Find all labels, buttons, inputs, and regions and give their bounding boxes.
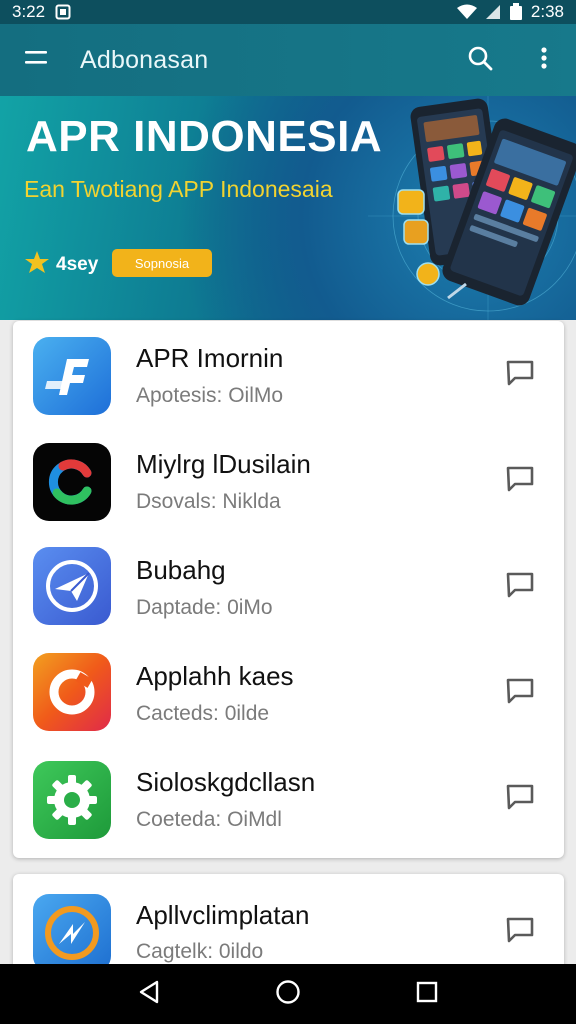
phones-illustration [368, 96, 576, 320]
home-button[interactable] [258, 964, 318, 1024]
app-meta: Dsovals: Niklda [136, 490, 281, 513]
comment-button[interactable] [501, 569, 539, 605]
app-meta: Cacteds: 0ilde [136, 702, 270, 725]
app-name: Bubahg [136, 555, 226, 585]
app-meta: Daptade: 0iMo [136, 596, 273, 619]
banner-rating: 4sey [24, 250, 98, 280]
home-icon [275, 979, 301, 1010]
list-item[interactable]: Miylrg lDusilain Dsovals: Niklda [13, 427, 564, 533]
app-name: APR Imornin [136, 343, 284, 373]
banner-rating-label: 4sey [56, 254, 99, 275]
recents-icon [416, 981, 438, 1008]
list-item[interactable]: Bubahg Daptade: 0iMo [13, 533, 564, 639]
blue-f-app-icon [33, 337, 111, 415]
banner-subtitle: Ean Twotiang APP Indonesaia [24, 176, 333, 202]
star-icon [24, 250, 50, 280]
comment-icon [505, 465, 535, 498]
overflow-menu-button[interactable] [512, 24, 576, 96]
c-logo-app-icon [33, 443, 111, 521]
comment-button[interactable] [501, 357, 539, 393]
gear-app-icon [33, 761, 111, 839]
notification-icon [55, 4, 71, 20]
menu-button[interactable] [0, 24, 72, 96]
comment-icon [505, 359, 535, 392]
wifi-icon [456, 4, 477, 20]
comment-button[interactable] [501, 675, 539, 711]
list-item[interactable]: Applahh kaes Cacteds: 0ilde [13, 639, 564, 745]
search-icon [467, 45, 493, 76]
system-nav-bar [0, 964, 576, 1024]
hamburger-icon [23, 48, 49, 73]
app-meta: Coeteda: OiMdl [136, 808, 282, 831]
more-vert-icon [540, 46, 548, 75]
back-button[interactable] [119, 964, 179, 1024]
app-meta: Apotesis: OilMo [136, 384, 284, 407]
banner-badge[interactable]: Sopnosia [112, 249, 212, 277]
list-item[interactable]: Sioloskgdcllasn Coeteda: OiMdl [13, 745, 564, 851]
paper-plane-app-icon [33, 547, 111, 625]
battery-icon [509, 3, 523, 21]
status-time-left: 3:22 [12, 2, 46, 21]
status-time-right: 2:38 [530, 2, 564, 21]
comment-button[interactable] [501, 914, 539, 950]
signal-icon [485, 4, 501, 20]
compass-app-icon [33, 894, 111, 972]
comment-button[interactable] [501, 463, 539, 499]
recents-button[interactable] [397, 964, 457, 1024]
app-meta: Cagtelk: 0ildo [136, 940, 264, 963]
promo-banner[interactable]: APR INDONESIA Ean Twotiang APP Indonesai… [0, 96, 576, 320]
status-bar: 3:22 2:38 [0, 0, 576, 24]
back-icon [137, 979, 161, 1010]
list-item[interactable]: APR Imornin Apotesis: OilMo [13, 321, 564, 427]
comment-button[interactable] [501, 781, 539, 817]
app-name: Apllvclimplatan [136, 900, 310, 930]
app-name: Applahh kaes [136, 661, 294, 691]
banner-title: APR INDONESIA [26, 112, 383, 161]
app-bar: Adbonasan [0, 24, 576, 96]
app-list-card: APR Imornin Apotesis: OilMo Miylrg lDusi… [13, 321, 564, 858]
app-name: Miylrg lDusilain [136, 449, 311, 479]
app-name: Sioloskgdcllasn [136, 767, 316, 797]
search-button[interactable] [448, 24, 512, 96]
comment-icon [505, 677, 535, 710]
comment-icon [505, 783, 535, 816]
comment-icon [505, 916, 535, 949]
app-title: Adbonasan [80, 45, 209, 74]
orange-ring-app-icon [33, 653, 111, 731]
comment-icon [505, 571, 535, 604]
